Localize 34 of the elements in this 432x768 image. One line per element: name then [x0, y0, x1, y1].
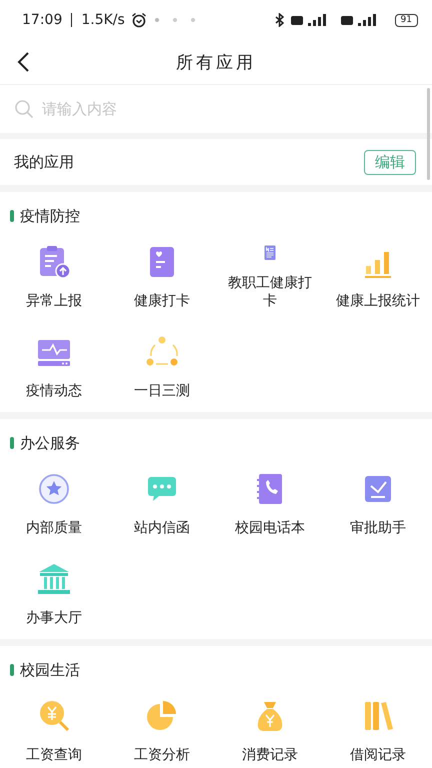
section-title: 校园生活 — [20, 660, 80, 680]
app-label[interactable]: 疫情动态 — [26, 382, 82, 400]
app-label[interactable]: 工资分析 — [134, 746, 190, 764]
app-label[interactable]: 借阅记录 — [350, 746, 406, 764]
section-title: 疫情防控 — [20, 206, 80, 226]
app-label[interactable]: 异常上报 — [26, 292, 82, 310]
search-field[interactable]: 请输入内容 — [0, 85, 432, 133]
app-label[interactable]: 站内信函 — [134, 519, 190, 537]
app-label[interactable]: 消费记录 — [242, 746, 298, 764]
alarm-icon — [130, 12, 147, 28]
status-time: 17:09 — [22, 12, 62, 28]
network-speed: 1.5K/s — [81, 12, 125, 28]
search-icon — [14, 99, 34, 119]
battery-level: 91 — [394, 14, 418, 26]
app-label[interactable]: 校园电话本 — [235, 519, 305, 537]
search-input[interactable]: 请输入内容 — [40, 99, 418, 119]
app-label[interactable]: 教职工健康打卡 — [224, 274, 316, 310]
app-label[interactable]: 健康上报统计 — [336, 292, 420, 310]
page-title: 所有应用 — [176, 52, 256, 74]
app-label[interactable]: 一日三测 — [134, 382, 190, 400]
app-label[interactable]: 审批助手 — [350, 519, 406, 537]
app-label[interactable]: 工资查询 — [26, 746, 82, 764]
section-title: 办公服务 — [20, 434, 80, 452]
section-marker — [10, 437, 14, 449]
star-badge-icon[interactable] — [36, 471, 72, 507]
app-label[interactable]: 内部质量 — [26, 519, 82, 537]
app-label[interactable]: 办事大厅 — [26, 609, 82, 627]
app-label[interactable]: 健康打卡 — [134, 292, 190, 310]
section-marker — [10, 664, 14, 676]
bluetooth-icon — [274, 13, 285, 27]
section-title: 我的应用 — [14, 152, 74, 172]
bank-building-icon[interactable] — [36, 561, 72, 597]
section-marker — [10, 210, 14, 222]
back-icon[interactable] — [16, 51, 30, 73]
